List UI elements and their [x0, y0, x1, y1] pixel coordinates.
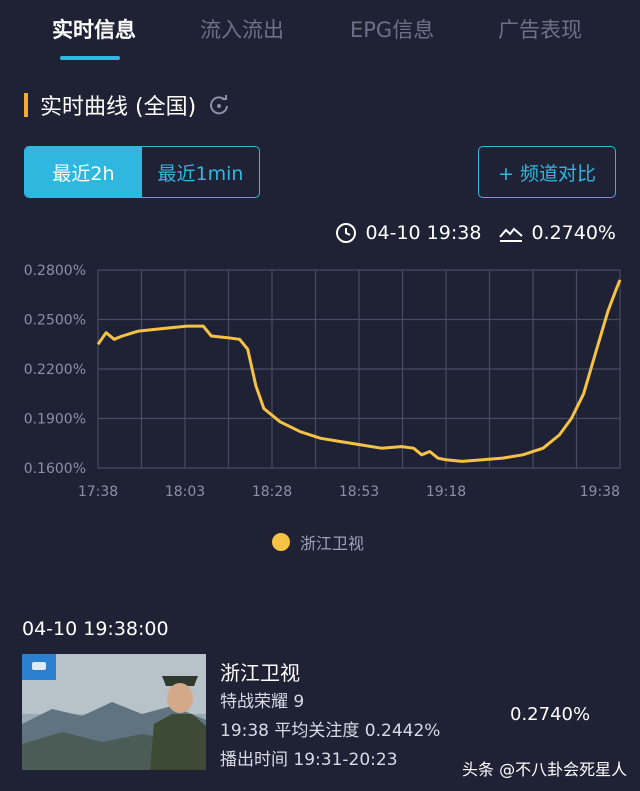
channel-compare-button[interactable]: + 频道对比	[478, 146, 616, 198]
program-air-time: 播出时间 19:31-20:23	[220, 750, 398, 770]
x-tick-label: 19:18	[426, 484, 466, 500]
y-tick-label: 0.2500%	[24, 313, 86, 329]
clock-icon	[336, 223, 357, 243]
x-tick-label: 18:28	[252, 484, 292, 500]
section-header: 实时曲线 (全国)	[24, 90, 230, 120]
y-tick-label: 0.1900%	[24, 412, 86, 428]
trend-icon	[499, 227, 524, 242]
tab-inflow-outflow[interactable]: 流入流出	[200, 14, 284, 44]
realtime-line-chart: 0.2800% 0.2500% 0.2200% 0.1900% 0.1600% 17:3…	[24, 263, 622, 500]
legend-label: 浙江卫视	[300, 534, 365, 553]
refresh-icon[interactable]	[208, 94, 230, 116]
range-1min-button[interactable]: 最近1min	[142, 147, 259, 197]
section-title: 实时曲线 (全国)	[40, 95, 197, 120]
x-axis-ticks: 17:38 18:03 18:28 18:53 19:18 19:38	[78, 484, 620, 500]
program-current-value: 0.2740%	[510, 704, 591, 725]
y-axis-ticks: 0.2800% 0.2500% 0.2200% 0.1900% 0.1600%	[24, 263, 86, 477]
chart-grid	[97, 269, 621, 469]
tab-realtime-info[interactable]: 实时信息	[52, 14, 136, 44]
program-avg-attention: 19:38 平均关注度 0.2442%	[220, 721, 441, 741]
channel-logo	[22, 654, 56, 680]
readout-time: 04-10 19:38	[365, 222, 482, 244]
program-thumbnail[interactable]	[22, 654, 206, 770]
x-tick-label: 19:38	[580, 484, 620, 500]
x-tick-label: 18:03	[165, 484, 205, 500]
current-readout: 04-10 19:38 0.2740%	[335, 222, 616, 244]
program-info: 浙江卫视 特战荣耀 9 19:38 平均关注度 0.2442% 播出时间 19:…	[220, 658, 440, 775]
chart-legend: 浙江卫视	[272, 530, 364, 554]
title-accent-bar	[24, 93, 28, 117]
watermark: 头条 @不八卦会死星人	[462, 760, 628, 779]
top-tabs: 实时信息 流入流出 EPG信息 广告表现	[0, 0, 640, 62]
active-tab-indicator	[60, 56, 120, 60]
x-tick-label: 17:38	[78, 484, 118, 500]
program-title: 特战荣耀 9	[220, 692, 305, 712]
tab-ad-performance[interactable]: 广告表现	[498, 14, 582, 44]
range-toggle: 最近2h 最近1min	[24, 146, 260, 198]
program-channel: 浙江卫视	[220, 661, 300, 685]
program-timestamp: 04-10 19:38:00	[22, 618, 169, 640]
x-tick-label: 18:53	[339, 484, 379, 500]
tab-epg-info[interactable]: EPG信息	[350, 14, 434, 44]
range-2h-button[interactable]: 最近2h	[25, 147, 142, 197]
y-tick-label: 0.2200%	[24, 362, 86, 378]
y-tick-label: 0.2800%	[24, 263, 86, 279]
legend-dot	[272, 533, 290, 551]
readout-value: 0.2740%	[531, 222, 616, 244]
y-tick-label: 0.1600%	[24, 461, 86, 477]
